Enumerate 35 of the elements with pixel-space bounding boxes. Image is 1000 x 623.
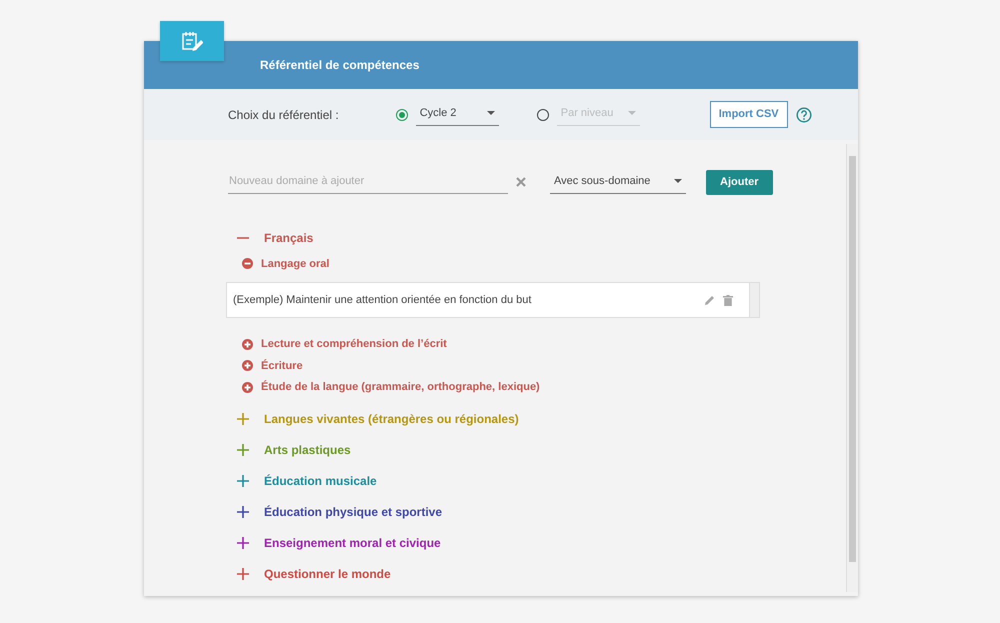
subdomain-title[interactable]: Lecture et compréhension de l’écrit: [261, 336, 447, 352]
domain-title[interactable]: Enseignement moral et civique: [264, 534, 441, 552]
plus-icon[interactable]: [236, 474, 250, 488]
plus-circle-icon[interactable]: [242, 382, 253, 393]
clear-icon[interactable]: [516, 177, 526, 188]
header-title: Référentiel de compétences: [260, 57, 420, 74]
filter-label: Choix du référentiel :: [228, 106, 339, 124]
plus-icon[interactable]: [236, 536, 250, 550]
notepad-pencil-icon: [160, 21, 224, 61]
scrollbar[interactable]: [749, 283, 759, 317]
domain-title[interactable]: Arts plastiques: [264, 440, 351, 458]
plus-icon[interactable]: [236, 566, 250, 580]
import-csv-button[interactable]: Import CSV: [710, 101, 788, 128]
radio-button[interactable]: [396, 108, 408, 120]
trash-icon[interactable]: [723, 294, 733, 306]
item-text: (Exemple) Maintenir une attention orientée en fonction du but: [233, 292, 532, 308]
domain-title[interactable]: Langues vivantes (étrangères ou régionales): [264, 410, 519, 428]
domain-title[interactable]: Éducation musicale: [264, 472, 377, 490]
plus-circle-icon[interactable]: [242, 360, 253, 372]
pencil-icon[interactable]: [704, 294, 715, 306]
dropdown[interactable]: Cycle 2: [416, 102, 499, 126]
help-icon[interactable]: [796, 106, 812, 122]
domain-title[interactable]: Questionner le monde: [264, 564, 391, 582]
domain-type-dropdown[interactable]: Avec sous-domaine: [550, 170, 686, 194]
plus-circle-icon[interactable]: [242, 338, 253, 350]
subdomain-title[interactable]: Langage oral: [261, 256, 330, 272]
subdomain-title[interactable]: Écriture: [261, 358, 303, 374]
subdomain-title[interactable]: Étude de la langue (grammaire, orthographe, lexique): [261, 379, 540, 396]
minus-circle-icon[interactable]: [242, 258, 253, 270]
plus-icon[interactable]: [236, 442, 250, 456]
add-button[interactable]: Ajouter: [706, 170, 772, 194]
domain-input-field[interactable]: Nouveau domaine à ajouter: [228, 170, 508, 194]
domain-title[interactable]: Français: [264, 228, 314, 246]
domain-title[interactable]: Éducation physique et sportive: [264, 502, 442, 520]
plus-icon[interactable]: [236, 504, 250, 518]
